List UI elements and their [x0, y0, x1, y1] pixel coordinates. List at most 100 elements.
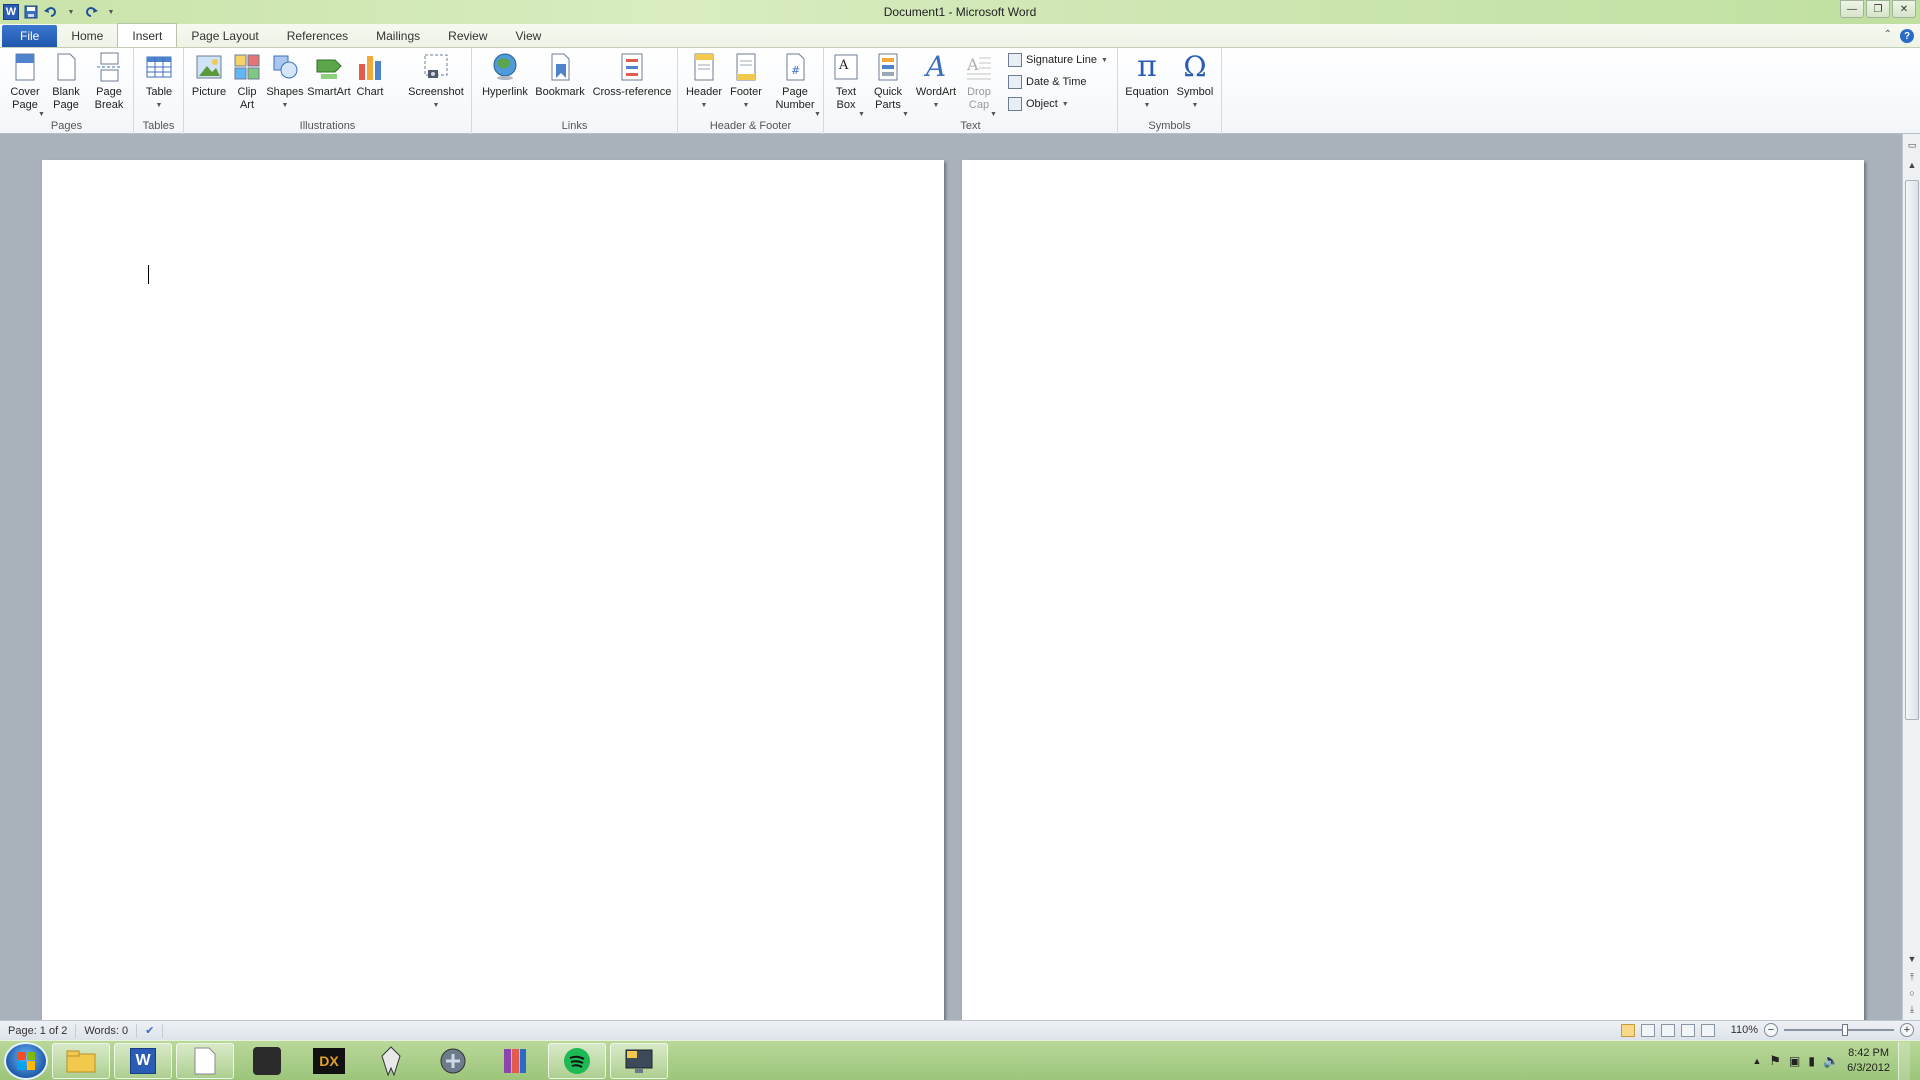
screenshot-button[interactable]: Screenshot ▼ [406, 52, 466, 112]
group-label-text: Text [960, 120, 981, 132]
action-center-flag-icon[interactable]: ⚑ [1769, 1053, 1781, 1069]
date-time-button[interactable]: Date & Time [1008, 73, 1087, 91]
bookmark-button[interactable]: Bookmark [532, 52, 588, 99]
customize-qat-icon[interactable]: ▼ [103, 4, 119, 20]
signature-line-button[interactable]: Signature Line ▼ [1008, 51, 1108, 69]
winrar-icon[interactable] [486, 1043, 544, 1079]
page-number-icon: # [781, 52, 809, 82]
full-screen-reading-view-icon[interactable] [1640, 1023, 1655, 1037]
zoom-out-icon[interactable]: − [1764, 1023, 1778, 1037]
print-layout-view-icon[interactable] [1620, 1023, 1635, 1037]
tab-view[interactable]: View [502, 25, 556, 47]
title-bar: W ▼ ▼ Document1 - Microsoft Word — ❐ ✕ [0, 0, 1920, 24]
explorer-icon[interactable] [52, 1042, 110, 1079]
group-label-symbols: Symbols [1148, 120, 1191, 132]
draft-view-icon[interactable] [1700, 1023, 1715, 1037]
tab-home[interactable]: Home [57, 25, 117, 47]
document-area[interactable] [0, 134, 1902, 1020]
undo-icon[interactable] [43, 4, 59, 20]
word-icon[interactable]: W [114, 1042, 172, 1079]
cover-page-button[interactable]: Cover Page ▼ [6, 52, 45, 118]
text-cursor [148, 265, 149, 284]
start-button[interactable] [4, 1041, 48, 1080]
tab-insert[interactable]: Insert [117, 23, 178, 47]
scroll-thumb[interactable] [1905, 180, 1919, 720]
smartart-button[interactable]: SmartArt [306, 52, 352, 99]
show-desktop-button[interactable] [1898, 1042, 1910, 1080]
skyrim-icon[interactable] [362, 1043, 420, 1079]
drop-cap-button[interactable]: A Drop Cap ▼ [962, 52, 997, 118]
network-icon[interactable]: ▮ [1808, 1054, 1815, 1068]
close-button[interactable]: ✕ [1892, 0, 1916, 18]
page-number-button[interactable]: # Page Number ▼ [770, 52, 821, 118]
cross-reference-button[interactable]: Cross-reference [590, 52, 674, 99]
zoom-slider[interactable] [1784, 1024, 1894, 1036]
tab-file[interactable]: File [2, 25, 58, 47]
undo-dropdown-icon[interactable]: ▼ [63, 4, 79, 20]
clip-art-button[interactable]: Clip Art [232, 52, 262, 112]
proofing-icon[interactable]: ✔ [137, 1023, 164, 1038]
shapes-button[interactable]: Shapes ▼ [266, 52, 304, 112]
page-2[interactable] [962, 160, 1864, 1020]
show-hidden-icons-icon[interactable]: ▲ [1752, 1056, 1761, 1066]
equation-button[interactable]: π Equation ▼ [1122, 52, 1172, 112]
page-break-icon [95, 52, 123, 82]
redo-icon[interactable] [83, 4, 99, 20]
text-box-button[interactable]: A Text Box ▼ [828, 52, 865, 118]
spotify-icon[interactable] [548, 1042, 606, 1079]
tab-references[interactable]: References [273, 25, 362, 47]
blank-page-icon [52, 52, 80, 82]
tab-review[interactable]: Review [434, 25, 501, 47]
word-logo-icon[interactable]: W [3, 4, 19, 20]
scroll-down-icon[interactable]: ▼ [1904, 952, 1920, 966]
monitor-icon[interactable] [610, 1042, 668, 1079]
restore-button[interactable]: ❐ [1866, 0, 1890, 18]
quick-parts-button[interactable]: Quick Parts ▼ [868, 52, 909, 118]
hyperlink-button[interactable]: Hyperlink [478, 52, 532, 99]
calendar-icon [1008, 75, 1022, 89]
zoom-level[interactable]: 110% [1731, 1024, 1758, 1036]
save-icon[interactable] [23, 4, 39, 20]
zoom-in-icon[interactable]: + [1900, 1023, 1914, 1037]
device-icon[interactable]: ▣ [1789, 1054, 1800, 1068]
word-count[interactable]: Words: 0 [76, 1023, 138, 1038]
footer-button[interactable]: Footer ▼ [726, 52, 766, 112]
game-skull-icon[interactable] [238, 1043, 296, 1079]
minimize-ribbon-icon[interactable]: ⌃ [1884, 29, 1892, 43]
next-page-icon[interactable]: ⤓ [1904, 1002, 1920, 1016]
page-break-button[interactable]: Page Break [90, 52, 128, 112]
document-icon[interactable] [176, 1042, 234, 1079]
group-symbols: π Equation ▼ Ω Symbol ▼ Symbols [1118, 48, 1222, 134]
wordart-button[interactable]: A WordArt ▼ [912, 52, 960, 112]
scroll-up-icon[interactable]: ▲ [1904, 158, 1920, 172]
footer-icon [732, 52, 760, 82]
symbol-button[interactable]: Ω Symbol ▼ [1172, 52, 1218, 112]
vertical-scrollbar[interactable]: ▭ ▲ ▼ ⤒ ○ ⤓ [1902, 134, 1920, 1020]
dx-icon[interactable]: DX [300, 1043, 358, 1079]
page-1[interactable] [42, 160, 944, 1020]
cross-reference-icon [618, 52, 646, 82]
starcraft-icon[interactable] [424, 1043, 482, 1079]
web-layout-view-icon[interactable] [1660, 1023, 1675, 1037]
object-button[interactable]: Object ▼ [1008, 95, 1069, 113]
table-button[interactable]: Table ▼ [140, 52, 178, 112]
group-label-tables: Tables [142, 120, 175, 132]
header-button[interactable]: Header ▼ [684, 52, 724, 112]
volume-icon[interactable]: 🔈 [1823, 1053, 1839, 1069]
previous-page-icon[interactable]: ⤒ [1904, 970, 1920, 984]
page-count[interactable]: Page: 1 of 2 [0, 1023, 77, 1038]
group-label-pages: Pages [50, 120, 83, 132]
outline-view-icon[interactable] [1680, 1023, 1695, 1037]
help-icon[interactable]: ? [1900, 29, 1914, 43]
picture-button[interactable]: Picture [190, 52, 228, 99]
chart-button[interactable]: Chart [354, 52, 386, 99]
minimize-button[interactable]: — [1840, 0, 1864, 18]
ruler-toggle-icon[interactable]: ▭ [1904, 138, 1920, 152]
zoom-slider-thumb[interactable] [1841, 1024, 1848, 1036]
clock[interactable]: 8:42 PM 6/3/2012 [1847, 1046, 1890, 1076]
browse-object-icon[interactable]: ○ [1904, 986, 1920, 1000]
omega-icon: Ω [1183, 50, 1207, 83]
tab-page-layout[interactable]: Page Layout [177, 25, 272, 47]
tab-mailings[interactable]: Mailings [362, 25, 434, 47]
blank-page-button[interactable]: Blank Page [48, 52, 84, 112]
